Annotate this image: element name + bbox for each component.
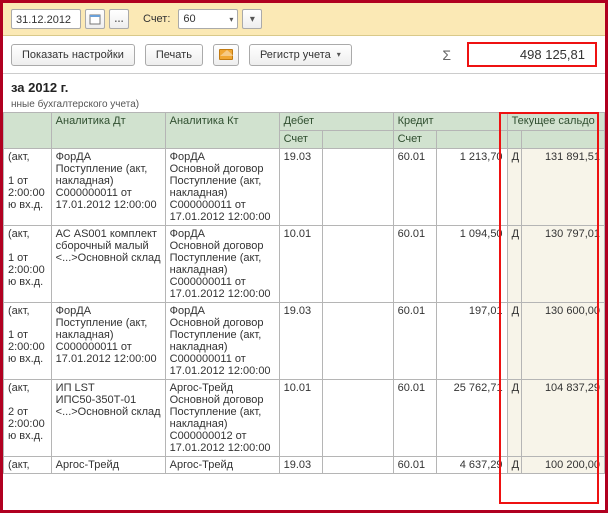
register-button[interactable]: Регистр учета ▾ bbox=[249, 44, 352, 66]
cell: 4 637,29 bbox=[437, 457, 507, 474]
col-analytics-kt: Аналитика Кт bbox=[165, 113, 279, 149]
cell: 1 213,70 bbox=[437, 149, 507, 226]
cell: ИП LSTИПС50-350Т-01<...>Основной склад bbox=[51, 380, 165, 457]
cell: 60.01 bbox=[393, 303, 437, 380]
table-row[interactable]: (акт,Аргос-ТрейдАргос-Трейд19.0360.014 6… bbox=[4, 457, 605, 474]
cell: 60.01 bbox=[393, 149, 437, 226]
cell: (акт,1 от2:00:00ю вх.д. bbox=[4, 149, 52, 226]
cell: 19.03 bbox=[279, 303, 323, 380]
cell: Д bbox=[507, 149, 522, 226]
cell bbox=[323, 149, 393, 226]
ellipsis-button[interactable]: … bbox=[109, 9, 129, 29]
date-input[interactable]: 31.12.2012 bbox=[11, 9, 81, 29]
cell: 1 094,50 bbox=[437, 226, 507, 303]
cell: (акт,1 от2:00:00ю вх.д. bbox=[4, 226, 52, 303]
print-button[interactable]: Печать bbox=[145, 44, 203, 66]
col-dc bbox=[507, 131, 522, 149]
table-body: (акт,1 от2:00:00ю вх.д.ФорДАПоступление … bbox=[4, 149, 605, 474]
account-value: 60 bbox=[183, 13, 195, 25]
cell: ФорДАПоступление (акт, накладная) С00000… bbox=[51, 303, 165, 380]
cell: Д bbox=[507, 303, 522, 380]
top-toolbar: 31.12.2012 … Счет: 60 ▾ ▾ bbox=[3, 3, 605, 36]
cell: ФорДАОсновной договорПоступление (акт, н… bbox=[165, 226, 279, 303]
cell bbox=[323, 380, 393, 457]
col-credit-group: Кредит bbox=[393, 113, 507, 131]
cell: Аргос-Трейд bbox=[165, 457, 279, 474]
cell: (акт,2 от2:00:00ю вх.д. bbox=[4, 380, 52, 457]
register-label: Регистр учета bbox=[260, 49, 331, 61]
col-blank bbox=[4, 113, 52, 149]
table-row[interactable]: (акт,1 от2:00:00ю вх.д.АС AS001 комплект… bbox=[4, 226, 605, 303]
cell: 25 762,71 bbox=[437, 380, 507, 457]
cell bbox=[323, 303, 393, 380]
col-schet-2: Счет bbox=[393, 131, 437, 149]
cell: 19.03 bbox=[279, 149, 323, 226]
cell: 100 200,00 bbox=[522, 457, 605, 474]
cell: Аргос-ТрейдОсновной договорПоступление (… bbox=[165, 380, 279, 457]
total-display: 498 125,81 bbox=[467, 42, 597, 67]
cell: Д bbox=[507, 457, 522, 474]
cell: 10.01 bbox=[279, 380, 323, 457]
cell: 130 600,00 bbox=[522, 303, 605, 380]
cell: 131 891,51 bbox=[522, 149, 605, 226]
cell: 60.01 bbox=[393, 380, 437, 457]
cell: (акт, bbox=[4, 457, 52, 474]
chevron-down-icon: ▾ bbox=[229, 15, 233, 24]
cell: 60.01 bbox=[393, 226, 437, 303]
table-row[interactable]: (акт,2 от2:00:00ю вх.д.ИП LSTИПС50-350Т-… bbox=[4, 380, 605, 457]
grid-container: Аналитика Дт Аналитика Кт Дебет Кредит Т… bbox=[3, 112, 605, 504]
mail-button[interactable] bbox=[213, 44, 239, 66]
cell: АС AS001 комплект сборочный малый<...>Ос… bbox=[51, 226, 165, 303]
col-debit-group: Дебет bbox=[279, 113, 393, 131]
cell: 10.01 bbox=[279, 226, 323, 303]
col-balance: Текущее сальдо bbox=[507, 113, 604, 131]
col-balance-val bbox=[522, 131, 605, 149]
cell: ФорДАОсновной договорПоступление (акт, н… bbox=[165, 303, 279, 380]
cell: (акт,1 от2:00:00ю вх.д. bbox=[4, 303, 52, 380]
actions-toolbar: Показать настройки Печать Регистр учета … bbox=[3, 36, 605, 74]
cell: 197,01 bbox=[437, 303, 507, 380]
ledger-table: Аналитика Дт Аналитика Кт Дебет Кредит Т… bbox=[3, 112, 605, 474]
chevron-down-icon: ▾ bbox=[337, 50, 341, 59]
col-schet-1: Счет bbox=[279, 131, 323, 149]
col-analytics-dt: Аналитика Дт bbox=[51, 113, 165, 149]
cell: ФорДАОсновной договорПоступление (акт, н… bbox=[165, 149, 279, 226]
report-header: за 2012 г. нные бухгалтерского учета) bbox=[3, 74, 605, 112]
cell: ФорДАПоступление (акт, накладная) С00000… bbox=[51, 149, 165, 226]
calendar-icon[interactable] bbox=[85, 9, 105, 29]
show-settings-button[interactable]: Показать настройки bbox=[11, 44, 135, 66]
report-subtitle: нные бухгалтерского учета) bbox=[11, 99, 597, 110]
cell: Аргос-Трейд bbox=[51, 457, 165, 474]
report-title: за 2012 г. bbox=[11, 80, 597, 95]
cell: 104 837,29 bbox=[522, 380, 605, 457]
cell: 130 797,01 bbox=[522, 226, 605, 303]
header-row-1: Аналитика Дт Аналитика Кт Дебет Кредит Т… bbox=[4, 113, 605, 131]
account-label: Счет: bbox=[143, 13, 170, 25]
col-debit-val bbox=[323, 131, 393, 149]
cell: Д bbox=[507, 226, 522, 303]
sigma-icon[interactable]: Σ bbox=[436, 47, 457, 63]
cell bbox=[323, 457, 393, 474]
cell: 60.01 bbox=[393, 457, 437, 474]
col-credit-val bbox=[437, 131, 507, 149]
table-row[interactable]: (акт,1 от2:00:00ю вх.д.ФорДАПоступление … bbox=[4, 149, 605, 226]
mail-icon bbox=[219, 49, 233, 60]
cell: Д bbox=[507, 380, 522, 457]
cell bbox=[323, 226, 393, 303]
account-select[interactable]: 60 ▾ bbox=[178, 9, 238, 29]
account-dropdown-extra[interactable]: ▾ bbox=[242, 9, 262, 29]
cell: 19.03 bbox=[279, 457, 323, 474]
table-row[interactable]: (акт,1 от2:00:00ю вх.д.ФорДАПоступление … bbox=[4, 303, 605, 380]
